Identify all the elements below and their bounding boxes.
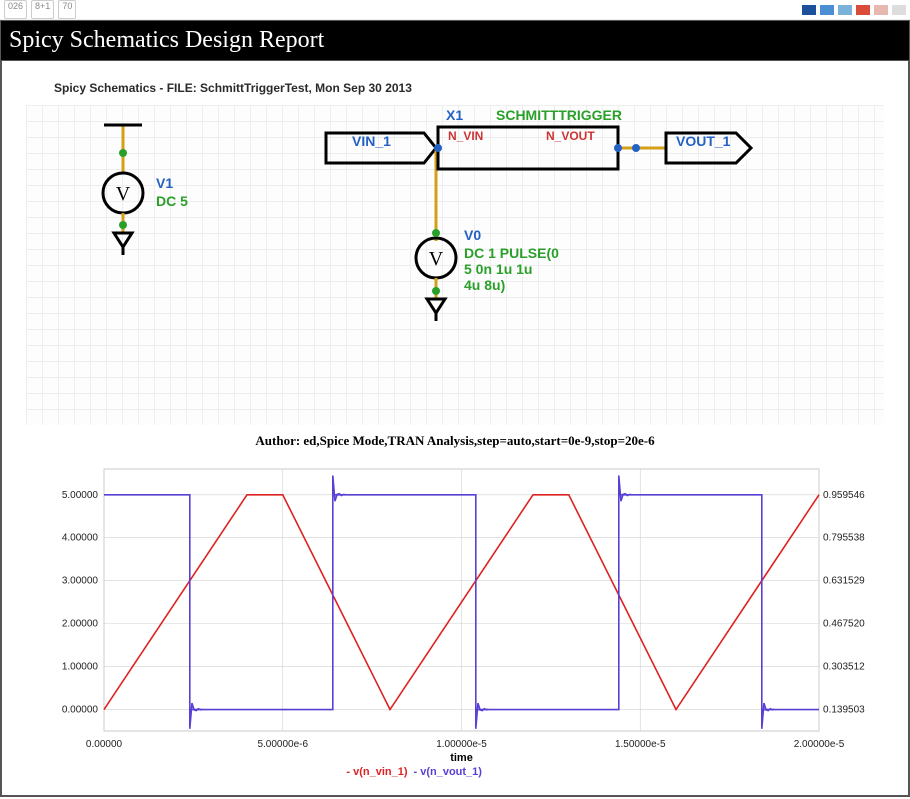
label-nvin: N_VIN	[448, 129, 483, 143]
svg-text:2.00000: 2.00000	[62, 619, 99, 630]
svg-text:0.467520: 0.467520	[823, 619, 865, 630]
svg-text:0.00000: 0.00000	[86, 739, 123, 750]
svg-text:5.00000e-6: 5.00000e-6	[257, 739, 308, 750]
report-content: Spicy Schematics - FILE: SchmittTriggerT…	[0, 61, 910, 797]
svg-text:- v(n_vin_1): - v(n_vin_1)	[346, 766, 407, 778]
report-title: Spicy Schematics Design Report	[0, 20, 910, 61]
svg-text:time: time	[450, 752, 473, 764]
svg-text:V: V	[429, 248, 444, 270]
svg-text:1.50000e-5: 1.50000e-5	[615, 739, 666, 750]
svg-text:- v(n_vout_1): - v(n_vout_1)	[414, 766, 483, 778]
svg-text:1.00000: 1.00000	[62, 662, 99, 673]
svg-text:1.00000e-5: 1.00000e-5	[436, 739, 487, 750]
svg-text:0.139503: 0.139503	[823, 705, 865, 716]
svg-text:3.00000: 3.00000	[62, 576, 99, 587]
svg-text:2.00000e-5: 2.00000e-5	[794, 739, 845, 750]
svg-text:0.795538: 0.795538	[823, 533, 865, 544]
svg-text:0.303512: 0.303512	[823, 662, 865, 673]
topbtn-1[interactable]: 026	[4, 0, 27, 19]
swatch-icon	[838, 5, 852, 15]
label-pulse3: 4u 8u)	[464, 277, 505, 293]
label-pulse1: DC 1 PULSE(0	[464, 245, 559, 261]
svg-text:0.959546: 0.959546	[823, 490, 865, 501]
svg-text:V: V	[116, 183, 131, 205]
label-schmitt: SCHMITTTRIGGER	[496, 107, 622, 123]
label-vout1: VOUT_1	[676, 133, 730, 149]
swatch-icon	[892, 5, 906, 15]
label-pulse2: 5 0n 1u 1u	[464, 261, 532, 277]
top-bar: 026 8+1 70	[0, 0, 910, 20]
file-line: Spicy Schematics - FILE: SchmittTriggerT…	[54, 81, 888, 95]
swatch-icon	[802, 5, 816, 15]
topbtn-2[interactable]: 8+1	[31, 0, 54, 19]
svg-text:0.00000: 0.00000	[62, 705, 99, 716]
label-x1: X1	[446, 107, 463, 123]
label-nvout: N_VOUT	[546, 129, 595, 143]
swatch-icon	[874, 5, 888, 15]
schematic-canvas: V V	[26, 105, 884, 425]
chart-svg: 0.00000 0.139503 1.00000 0.303512 2.00000 0.4…	[29, 451, 881, 791]
svg-text:5.00000: 5.00000	[62, 490, 99, 501]
topbtn-3[interactable]: 70	[58, 0, 76, 19]
label-v1: V1	[156, 175, 173, 191]
label-dc5: DC 5	[156, 193, 188, 209]
svg-text:4.00000: 4.00000	[62, 533, 99, 544]
swatch-icon	[856, 5, 870, 15]
label-vin1: VIN_1	[352, 133, 391, 149]
swatch-icon	[820, 5, 834, 15]
simulation-chart: Author: ed,Spice Mode,TRAN Analysis,step…	[22, 433, 888, 791]
chart-title: Author: ed,Spice Mode,TRAN Analysis,step…	[22, 433, 888, 449]
label-v0: V0	[464, 227, 481, 243]
svg-text:0.631529: 0.631529	[823, 576, 865, 587]
